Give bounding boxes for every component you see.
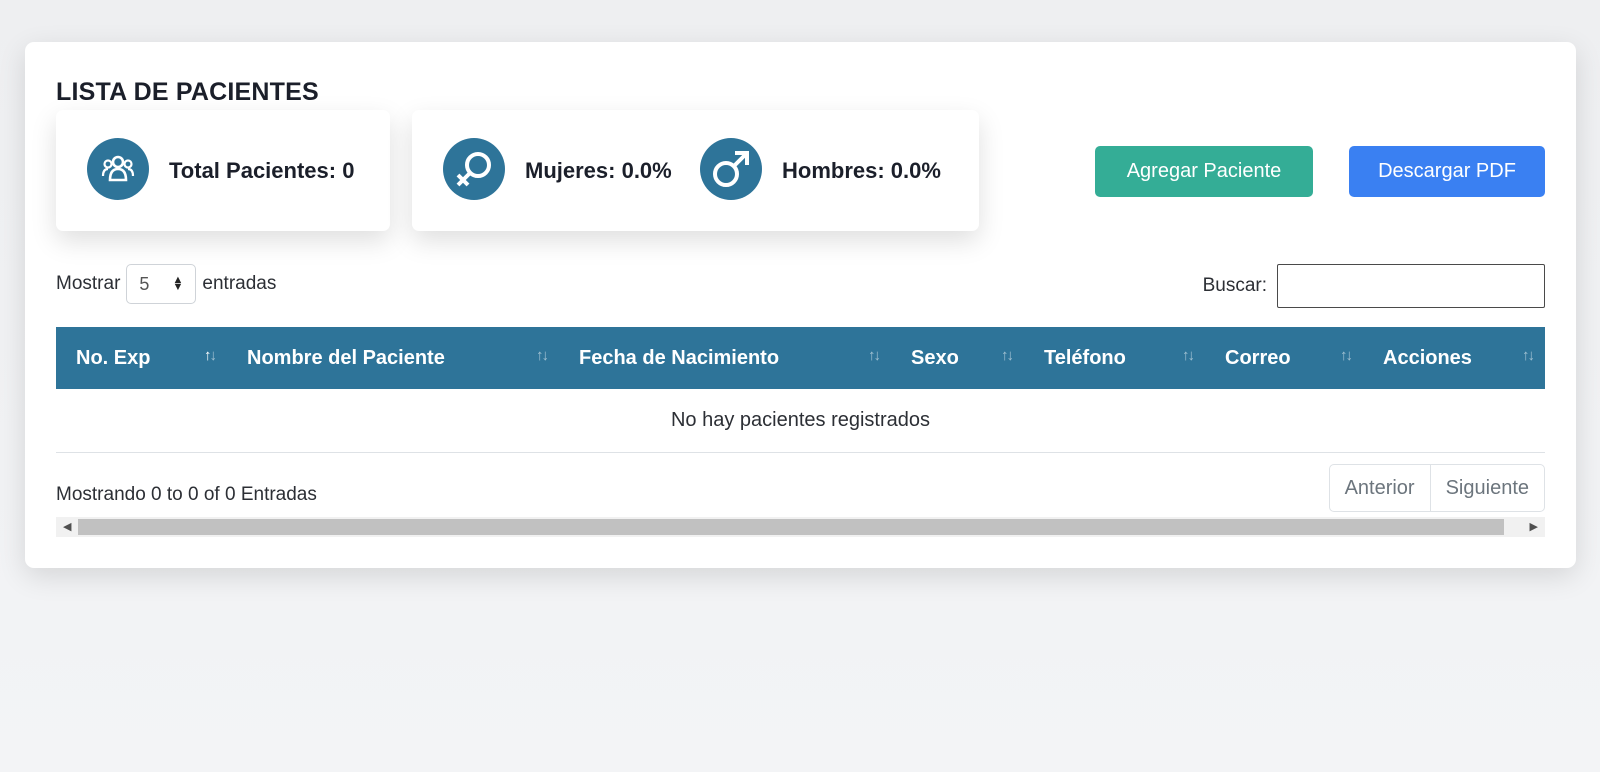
scrollbar-thumb[interactable] — [78, 519, 1504, 535]
search-control: Buscar: — [1203, 264, 1545, 308]
column-header-exp[interactable]: No. Exp ↑↓ — [56, 327, 227, 389]
scroll-right-icon[interactable]: ▶ — [1530, 521, 1538, 533]
column-header-email[interactable]: Correo ↑↓ — [1205, 327, 1363, 389]
download-pdf-button[interactable]: Descargar PDF — [1349, 146, 1545, 197]
entries-label: entradas — [202, 273, 277, 294]
next-page-button[interactable]: Siguiente — [1429, 465, 1544, 511]
sort-icon: ↑↓ — [868, 347, 881, 364]
male-icon — [700, 138, 762, 200]
scroll-left-icon[interactable]: ◀ — [63, 521, 71, 533]
horizontal-scrollbar[interactable]: ◀ ▶ — [56, 517, 1545, 537]
table-header-row: No. Exp ↑↓ Nombre del Paciente ↑↓ Fecha de… — [56, 327, 1545, 389]
men-percentage-label: Hombres: 0.0% — [782, 158, 941, 183]
show-label: Mostrar — [56, 273, 121, 294]
total-patients-card: Total Pacientes: 0 — [56, 110, 390, 231]
table-info: Mostrando 0 to 0 of 0 Entradas — [56, 484, 317, 505]
column-header-birthdate[interactable]: Fecha de Nacimiento ↑↓ — [559, 327, 891, 389]
select-arrows-icon: ▲ ▼ — [172, 274, 184, 293]
female-icon — [443, 138, 505, 200]
sort-icon: ↑↓ — [536, 347, 549, 364]
users-icon — [87, 138, 149, 200]
column-header-name[interactable]: Nombre del Paciente ↑↓ — [227, 327, 559, 389]
page-length-control: Mostrar 5 ▲ ▼ entradas — [56, 264, 276, 304]
search-input[interactable] — [1277, 264, 1545, 308]
sort-icon: ↑↓ — [1340, 347, 1353, 364]
sort-icon: ↑↓ — [1182, 347, 1195, 364]
pagination: Anterior Siguiente — [1328, 464, 1545, 512]
page-length-select[interactable]: 5 ▲ ▼ — [126, 264, 197, 304]
column-header-actions[interactable]: Acciones ↑↓ — [1363, 327, 1545, 389]
sort-icon: ↑↓ — [1001, 347, 1014, 364]
total-patients-label: Total Pacientes: 0 — [169, 158, 355, 183]
page-title: LISTA DE PACIENTES — [56, 78, 319, 106]
gender-stats-card: Mujeres: 0.0% Hombres: 0.0% — [412, 110, 979, 231]
women-percentage-label: Mujeres: 0.0% — [525, 158, 672, 183]
patients-table: No. Exp ↑↓ Nombre del Paciente ↑↓ Fecha de… — [56, 327, 1545, 453]
search-label: Buscar: — [1202, 275, 1267, 296]
patients-card: LISTA DE PACIENTES Total Pacientes: 0 Mu… — [25, 42, 1576, 568]
table-row: No hay pacientes registrados — [56, 389, 1545, 453]
column-header-phone[interactable]: Teléfono ↑↓ — [1024, 327, 1205, 389]
sort-icon: ↑↓ — [204, 347, 217, 364]
previous-page-button[interactable]: Anterior — [1330, 465, 1430, 511]
column-header-sex[interactable]: Sexo ↑↓ — [891, 327, 1024, 389]
add-patient-button[interactable]: Agregar Paciente — [1095, 146, 1313, 197]
page-length-value: 5 — [139, 273, 150, 294]
empty-table-message: No hay pacientes registrados — [56, 389, 1545, 453]
sort-icon: ↑↓ — [1522, 347, 1535, 364]
